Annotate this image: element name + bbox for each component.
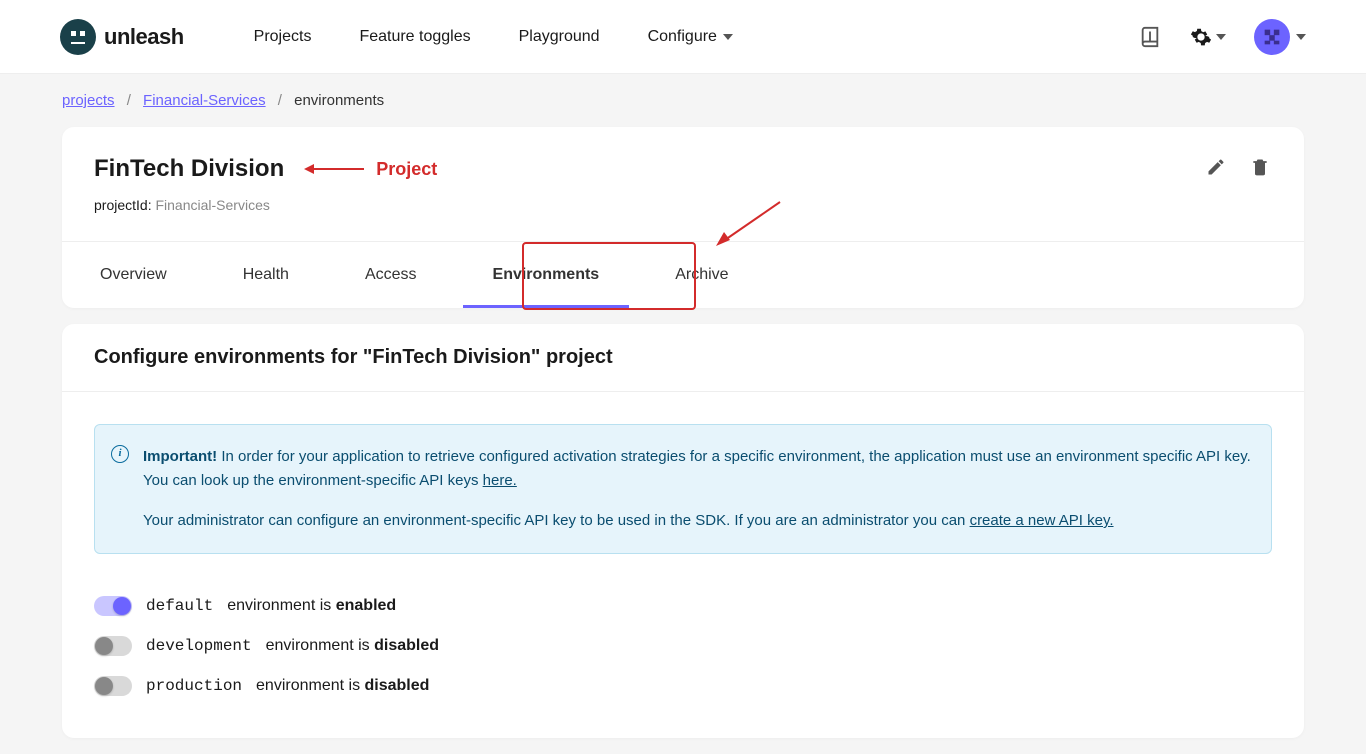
tab-environments[interactable]: Environments — [455, 242, 638, 308]
breadcrumb-projects[interactable]: projects — [62, 92, 115, 109]
env-status-text: environment is disabled — [256, 677, 429, 695]
alert-strong: Important! — [143, 448, 217, 465]
edit-button[interactable] — [1204, 155, 1228, 179]
chevron-down-icon — [1296, 34, 1306, 40]
env-name: development — [146, 637, 252, 655]
pencil-icon — [1206, 157, 1226, 177]
main-nav: Projects Feature toggles Playground Conf… — [254, 28, 733, 46]
tab-archive[interactable]: Archive — [637, 242, 766, 308]
info-alert: i Important! In order for your applicati… — [94, 424, 1272, 554]
project-tabs: Overview Health Access Environments Arch… — [62, 241, 1304, 308]
environment-list: default environment is enabled developme… — [62, 586, 1304, 738]
project-title: FinTech Division — [94, 155, 284, 183]
avatar — [1254, 19, 1290, 55]
breadcrumb-current: environments — [294, 92, 384, 109]
project-id-label: projectId: — [94, 197, 152, 213]
breadcrumb-separator: / — [278, 92, 282, 109]
app-header: unleash Projects Feature toggles Playgro… — [0, 0, 1366, 74]
tab-access[interactable]: Access — [327, 242, 455, 308]
environment-row: default environment is enabled — [94, 586, 1272, 626]
nav-feature-toggles[interactable]: Feature toggles — [359, 28, 470, 46]
env-name: default — [146, 597, 213, 615]
docs-icon[interactable] — [1138, 25, 1162, 49]
breadcrumb: projects / Financial-Services / environm… — [0, 74, 1366, 127]
logo-text: unleash — [104, 24, 184, 50]
user-menu[interactable] — [1254, 19, 1306, 55]
alert-paragraph-1: Important! In order for your application… — [143, 445, 1251, 493]
environments-header: Configure environments for "FinTech Divi… — [62, 324, 1304, 392]
alert-paragraph-2: Your administrator can configure an envi… — [143, 509, 1251, 533]
nav-configure-label: Configure — [648, 28, 717, 46]
project-actions — [1204, 155, 1272, 179]
environment-row: production environment is disabled — [94, 666, 1272, 706]
alert-link-here[interactable]: here. — [483, 472, 517, 489]
delete-button[interactable] — [1248, 155, 1272, 179]
environment-row: development environment is disabled — [94, 626, 1272, 666]
environments-title: Configure environments for "FinTech Divi… — [94, 346, 1272, 369]
trash-icon — [1250, 157, 1270, 177]
project-header-card: FinTech Division Project projectId: Fina… — [62, 127, 1304, 308]
breadcrumb-separator: / — [127, 92, 131, 109]
nav-configure[interactable]: Configure — [648, 28, 733, 46]
nav-playground[interactable]: Playground — [519, 28, 600, 46]
header-actions — [1138, 19, 1306, 55]
chevron-down-icon — [723, 34, 733, 40]
alert-link-create-key[interactable]: create a new API key. — [970, 512, 1114, 529]
env-status-text: environment is disabled — [266, 637, 439, 655]
env-status-text: environment is enabled — [227, 597, 396, 615]
logo-icon — [60, 19, 96, 55]
info-icon: i — [111, 445, 129, 463]
project-id-row: projectId: Financial-Services — [94, 197, 1272, 213]
annotation-project-arrow: Project — [304, 159, 437, 180]
alert-text: Your administrator can configure an envi… — [143, 512, 970, 529]
gear-icon — [1190, 26, 1212, 48]
project-header: FinTech Division Project projectId: Fina… — [62, 127, 1304, 213]
env-name: production — [146, 677, 242, 695]
env-toggle-default[interactable] — [94, 596, 132, 616]
chevron-down-icon — [1216, 34, 1226, 40]
tab-health[interactable]: Health — [205, 242, 327, 308]
environments-card: Configure environments for "FinTech Divi… — [62, 324, 1304, 738]
env-toggle-production[interactable] — [94, 676, 132, 696]
breadcrumb-project-name[interactable]: Financial-Services — [143, 92, 266, 109]
tab-overview[interactable]: Overview — [62, 242, 205, 308]
alert-text: In order for your application to retriev… — [143, 448, 1251, 489]
logo[interactable]: unleash — [60, 19, 184, 55]
settings-menu[interactable] — [1190, 26, 1226, 48]
annotation-label: Project — [376, 159, 437, 180]
nav-projects[interactable]: Projects — [254, 28, 312, 46]
env-toggle-development[interactable] — [94, 636, 132, 656]
project-id-value: Financial-Services — [155, 197, 269, 213]
